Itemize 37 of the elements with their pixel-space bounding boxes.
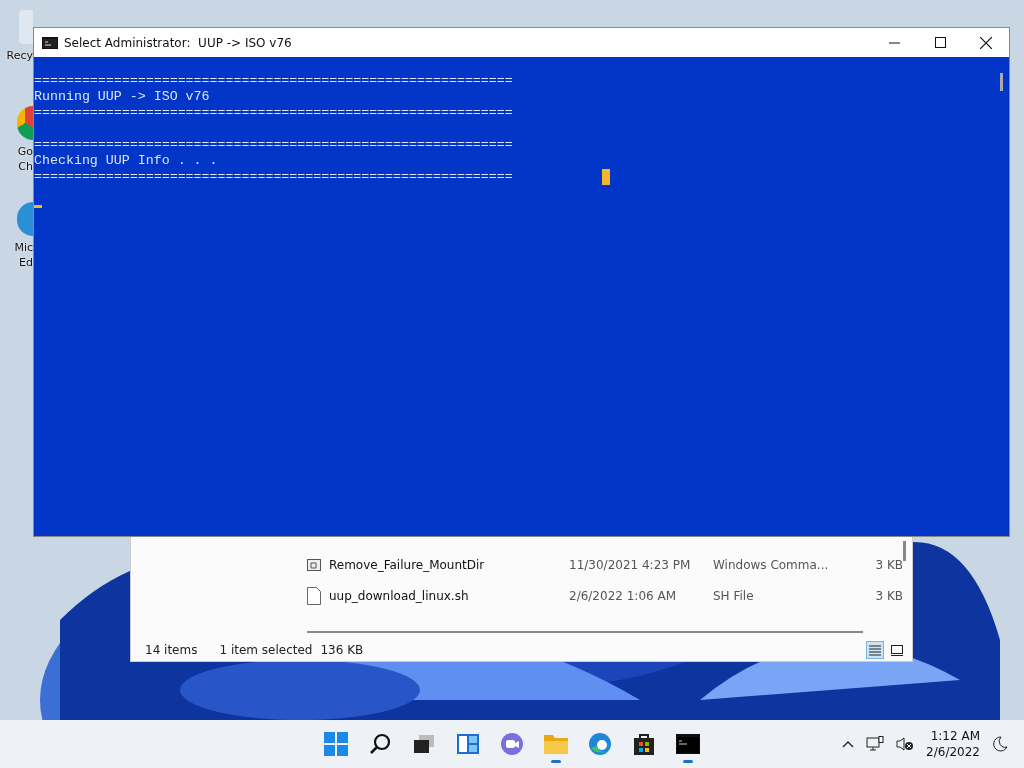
file-type: Windows Comma...	[713, 557, 830, 572]
text-cursor	[602, 169, 610, 185]
desktop-icon-label[interactable]: Recy	[6, 48, 33, 63]
minimize-icon	[888, 41, 900, 44]
console-line: ============================================================	[34, 169, 513, 184]
status-text: 1 item selected	[219, 643, 313, 657]
script-file-icon	[307, 556, 321, 573]
console-line: Running UUP -> ISO v76	[34, 89, 210, 104]
console-line: ============================================================	[34, 105, 513, 120]
file-name[interactable]: Remove_Failure_MountDir	[329, 557, 569, 572]
close-icon	[980, 36, 992, 49]
chevron-up-icon[interactable]	[842, 740, 855, 748]
window-title: Select Administrator: UUP -> ISO v76	[64, 35, 292, 50]
console-line: Checking UUP Info . . .	[34, 153, 218, 168]
file-type: SH File	[713, 588, 755, 603]
terminal-icon	[42, 36, 58, 49]
file-icon	[307, 586, 321, 605]
file-name[interactable]: uup_download_linux.sh	[329, 588, 569, 603]
file-size: 3 KB	[874, 588, 903, 603]
status-text: 136 KB	[320, 643, 364, 657]
status-text: 14 items	[145, 643, 198, 657]
console-line: ============================================================	[34, 137, 513, 152]
network-icon[interactable]	[866, 736, 885, 752]
muted-speaker-icon[interactable]	[896, 736, 915, 752]
file-size: 3 KB	[874, 557, 903, 572]
console-line: ============================================================	[34, 73, 513, 88]
scrollbar[interactable]	[1000, 73, 1003, 91]
desktop-icon-label[interactable]: Mic Ed	[14, 240, 33, 270]
clock[interactable]: 1:12 AM 2/6/2022	[926, 728, 980, 760]
file-date: 11/30/2021 4:23 PM	[569, 557, 692, 572]
file-date: 2/6/2022 1:06 AM	[569, 588, 678, 603]
scrollbar[interactable]	[903, 541, 906, 561]
moon-icon[interactable]	[992, 736, 1008, 752]
scrollbar[interactable]	[307, 631, 863, 633]
desktop-icon-label[interactable]: Go Ch	[17, 144, 33, 174]
maximize-icon	[934, 37, 946, 48]
text-cursor	[34, 205, 42, 208]
